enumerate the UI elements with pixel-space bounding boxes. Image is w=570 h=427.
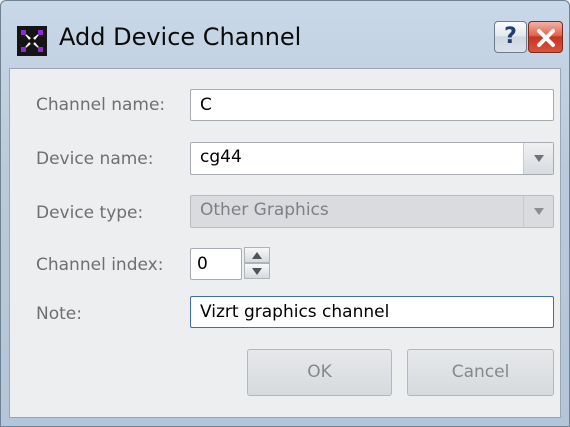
channel-index-input[interactable]: 0 [190,248,242,280]
title-bar[interactable]: Add Device Channel ? [1,1,569,67]
dialog-title: Add Device Channel [59,23,302,51]
note-input[interactable]: Vizrt graphics channel [190,296,554,328]
arrow-up-icon [252,252,262,259]
chevron-down-icon [534,155,544,162]
device-name-label: Device name: [36,149,154,169]
device-type-combobox: Other Graphics [190,195,554,228]
app-logo-icon [17,26,47,56]
channel-name-label: Channel name: [36,95,166,115]
help-button[interactable]: ? [494,21,527,53]
device-name-dropdown-button[interactable] [523,143,553,174]
channel-name-input[interactable]: C [190,89,554,121]
device-type-value: Other Graphics [200,200,329,220]
dialog-body: Channel name: C Device name: cg44 Device… [9,68,561,418]
cancel-button[interactable]: Cancel [407,349,554,396]
device-type-dropdown-button [523,196,553,227]
chevron-down-icon [534,208,544,215]
dialog-window: Add Device Channel ? Channel name: C Dev… [0,0,570,427]
close-button[interactable] [528,21,563,53]
note-label: Note: [36,304,82,324]
close-icon [537,29,555,47]
device-type-label: Device type: [36,203,144,223]
device-name-value: cg44 [200,147,242,167]
arrow-down-icon [252,268,262,275]
device-name-combobox[interactable]: cg44 [190,142,554,175]
channel-index-increment-button[interactable] [244,247,270,263]
channel-index-label: Channel index: [36,255,164,275]
ok-button[interactable]: OK [247,349,392,396]
channel-index-decrement-button[interactable] [244,263,270,279]
